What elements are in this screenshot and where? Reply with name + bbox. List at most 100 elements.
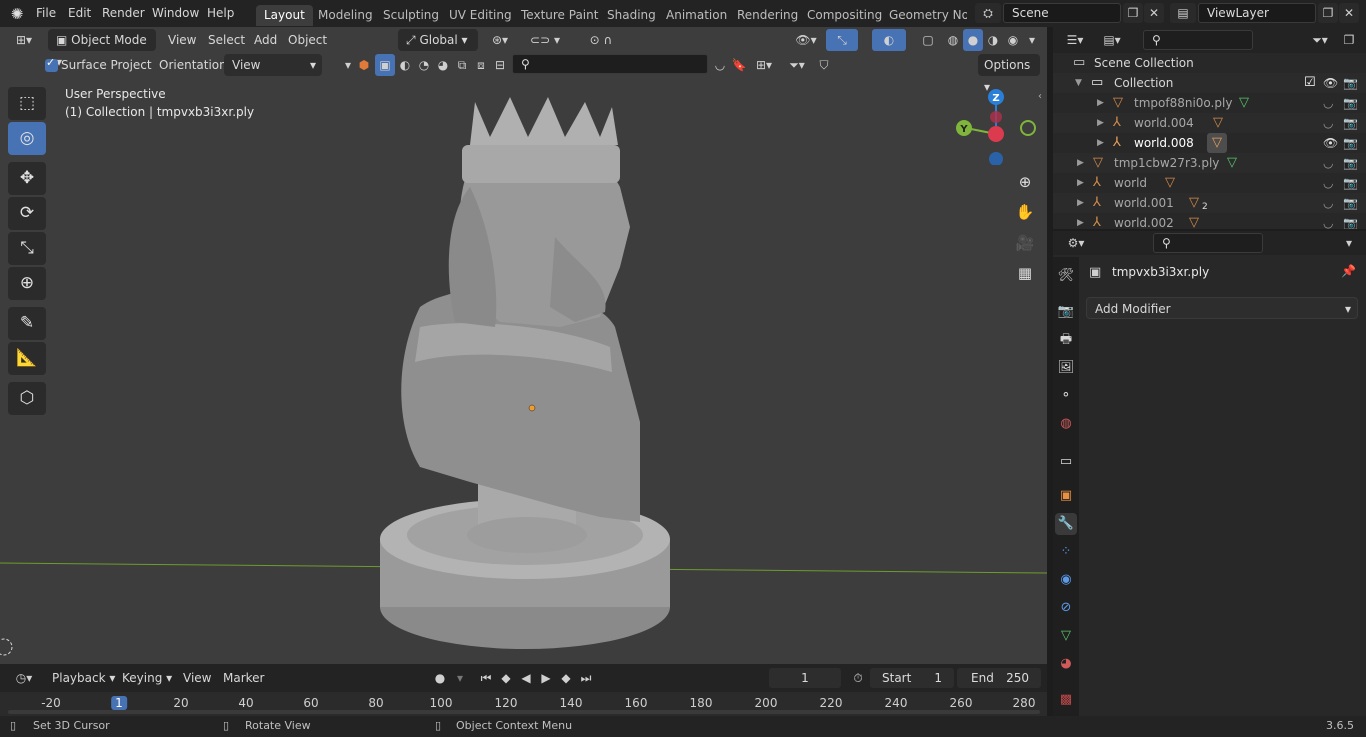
menu-view[interactable]: View — [168, 29, 196, 51]
measure-tool-icon[interactable]: 📐 — [8, 342, 46, 375]
rotate-tool-icon[interactable]: ⟳ — [8, 197, 46, 230]
render-tab-icon[interactable]: 📷 — [1055, 301, 1077, 323]
outliner-search-field[interactable]: ⚲ — [1143, 30, 1253, 50]
tab-compositing[interactable]: Compositing — [799, 5, 890, 26]
wireframe-shading-icon[interactable]: ◍ — [943, 29, 963, 51]
move-tool-icon[interactable]: ✥ — [8, 162, 46, 195]
material-tab-icon[interactable]: ◕ — [1055, 653, 1077, 675]
timeline-editor-type-icon[interactable]: ◷▾ — [8, 667, 40, 689]
new-scene-icon[interactable]: ❐ — [1123, 3, 1143, 23]
properties-options-icon[interactable]: ▾ — [1339, 232, 1359, 254]
surface-project-checkbox[interactable] — [45, 56, 58, 72]
select-box-icon[interactable]: ▣ — [375, 54, 395, 76]
constraints-tab-icon[interactable]: ⊘ — [1055, 597, 1077, 619]
render-camera-icon[interactable]: 📷 — [1343, 213, 1358, 229]
outliner-row-object[interactable]: ▶ ⅄ world.002 ▽ ◡ 📷 — [1053, 213, 1366, 229]
new-viewlayer-icon[interactable]: ❐ — [1318, 3, 1338, 23]
outliner-row-collection[interactable]: ▼ ▭ Collection ☑ 👁 📷 — [1053, 73, 1366, 93]
menu-object[interactable]: Object — [288, 29, 327, 51]
xray-icon[interactable]: ▢ — [918, 29, 938, 51]
scene-name-field[interactable]: Scene — [1003, 3, 1121, 23]
visibility-eye-icon[interactable]: 👁 — [1323, 73, 1338, 93]
checkbox-icon[interactable]: ☑ — [1304, 73, 1316, 93]
tab-uv-editing[interactable]: UV Editing — [441, 5, 520, 26]
tab-animation[interactable]: Animation — [658, 5, 735, 26]
add-cube-tool-icon[interactable]: ⬡ — [8, 382, 46, 415]
expand-arrow-icon[interactable]: ▶ — [1077, 173, 1084, 193]
pan-hand-icon[interactable]: ✋ — [1012, 199, 1038, 225]
new-collection-icon[interactable]: ❐ — [1339, 29, 1359, 51]
render-camera-icon[interactable]: 📷 — [1343, 93, 1358, 113]
expand-arrow-icon[interactable]: ▼ — [1075, 73, 1082, 93]
sidebar-toggle-icon[interactable]: ‹ — [1038, 91, 1042, 102]
visibility-eye-closed-icon[interactable]: ◡ — [1323, 153, 1333, 173]
3d-viewport[interactable]: ⊞▾ ▣ Object Mode ▾ View Select Add Objec… — [0, 27, 1047, 664]
add-modifier-dropdown[interactable]: Add Modifier ▾ — [1086, 297, 1358, 319]
end-frame-field[interactable]: End 250 — [957, 668, 1041, 688]
perspective-grid-icon[interactable]: ▦ — [1012, 260, 1038, 286]
mode-dropdown[interactable]: ▣ Object Mode ▾ — [48, 29, 156, 69]
view-layer-tab-icon[interactable]: 🖼 — [1055, 357, 1077, 379]
object-tab-icon[interactable]: ▣ — [1055, 485, 1077, 507]
tab-geometry-nodes[interactable]: Geometry Noc — [881, 5, 967, 26]
collection-tab-icon[interactable]: ▭ — [1055, 451, 1077, 473]
blender-logo-icon[interactable]: ✺ — [8, 5, 26, 23]
select-mode-icon-3[interactable]: ◕ — [433, 54, 453, 76]
play-reverse-icon[interactable]: ◀ — [516, 667, 536, 689]
display-mode-icon[interactable]: ▤▾ — [1097, 29, 1127, 51]
menu-edit[interactable]: Edit — [68, 6, 91, 20]
snap-icon[interactable]: ⊂⊃ ▾ — [520, 29, 570, 51]
options-dropdown[interactable]: Options ▾ — [978, 54, 1040, 94]
modifier-wrench-icon[interactable]: 🔧 — [1055, 513, 1077, 535]
visibility-eye-closed-icon[interactable]: ◡ — [1323, 173, 1333, 193]
scene-selector-icon[interactable]: ⛭ — [975, 3, 1001, 23]
outliner-row-object[interactable]: ▶ ⅄ world ▽ ◡ 📷 — [1053, 173, 1366, 193]
transform-orientation-dropdown[interactable]: ⤢ Global ▾ — [398, 29, 478, 51]
menu-add[interactable]: Add — [254, 29, 277, 51]
rendered-shading-icon[interactable]: ◉ — [1003, 29, 1023, 51]
filter-icon[interactable]: ⏷▾ — [782, 54, 812, 76]
viewport-search-field[interactable]: ⚲ — [512, 54, 708, 74]
gizmo-toggle-icon[interactable]: ⤡ — [826, 29, 858, 51]
collapse-icon[interactable]: ◡ — [710, 54, 730, 76]
camera-view-icon[interactable]: 🎥 — [1012, 230, 1038, 256]
keying-menu[interactable]: Keying ▾ — [122, 667, 172, 689]
tab-texture-paint[interactable]: Texture Paint — [513, 5, 606, 26]
orientation-dropdown[interactable]: View ▾ — [224, 54, 322, 76]
expand-arrow-icon[interactable]: ▶ — [1097, 93, 1104, 113]
select-mode-icon-5[interactable]: ⧈ — [471, 54, 491, 76]
outliner-filter-icon[interactable]: ⏷▾ — [1305, 29, 1335, 51]
tab-modeling[interactable]: Modeling — [310, 5, 381, 26]
bookmark-icon[interactable]: 🔖 — [729, 54, 749, 76]
render-camera-icon[interactable]: 📷 — [1343, 73, 1358, 93]
render-camera-icon[interactable]: 📷 — [1343, 153, 1358, 173]
outliner-row-scene-collection[interactable]: ▭ Scene Collection — [1053, 53, 1366, 73]
play-icon[interactable]: ▶ — [536, 667, 556, 689]
tool-tab-icon[interactable]: 🛠 — [1055, 265, 1077, 287]
playback-menu[interactable]: Playback ▾ — [52, 667, 115, 689]
layout-icon[interactable]: ⊞▾ — [750, 54, 778, 76]
prev-keyframe-icon[interactable]: ◆ — [496, 667, 516, 689]
navigation-gizmo[interactable]: Z Y — [950, 85, 1040, 165]
expand-arrow-icon[interactable]: ▶ — [1097, 133, 1104, 153]
playhead-marker[interactable]: 1 — [111, 696, 127, 710]
render-camera-icon[interactable]: 📷 — [1343, 133, 1358, 153]
annotate-tool-icon[interactable]: ✎ — [8, 307, 46, 340]
tab-sculpting[interactable]: Sculpting — [375, 5, 447, 26]
menu-window[interactable]: Window — [152, 6, 199, 20]
viewlayer-name-field[interactable]: ViewLayer — [1198, 3, 1316, 23]
timeline-scrollbar[interactable] — [8, 710, 1040, 714]
timeline-view-menu[interactable]: View — [183, 667, 211, 689]
output-tab-icon[interactable]: 🖶 — [1055, 329, 1077, 351]
material-shading-icon[interactable]: ◑ — [983, 29, 1003, 51]
pin-icon[interactable]: 📌 — [1341, 264, 1356, 278]
expand-arrow-icon[interactable]: ▶ — [1077, 153, 1084, 173]
select-mode-icon-2[interactable]: ◔ — [414, 54, 434, 76]
jump-end-icon[interactable]: ⏭ — [576, 667, 596, 689]
outliner-row-object[interactable]: ▶ ⅄ world.001 ▽ 2 ◡ 📷 — [1053, 193, 1366, 213]
start-frame-field[interactable]: Start 1 — [870, 668, 954, 688]
tab-shading[interactable]: Shading — [599, 5, 664, 26]
marker-menu[interactable]: Marker — [223, 667, 264, 689]
menu-file[interactable]: File — [36, 6, 56, 20]
select-mode-icon-4[interactable]: ⧉ — [452, 54, 472, 76]
